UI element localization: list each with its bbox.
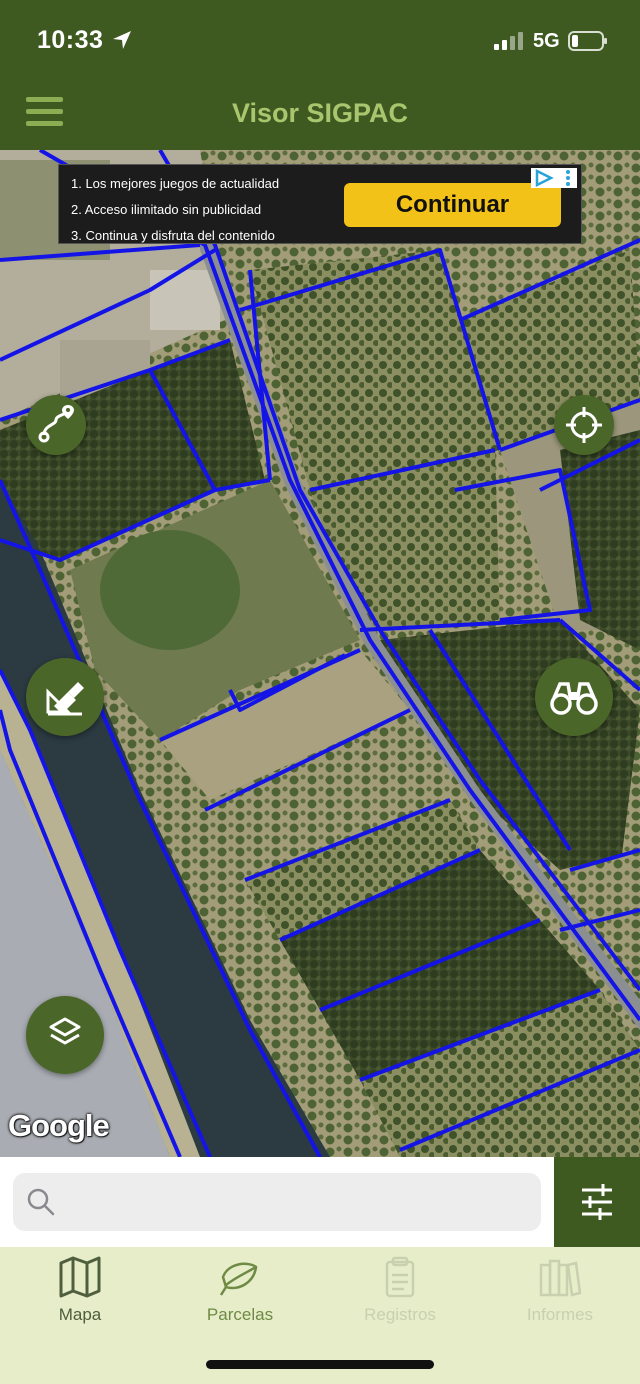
layers-button[interactable] [26,996,104,1074]
search-field[interactable] [13,1173,541,1233]
clipboard-icon [385,1256,415,1298]
leaf-icon [219,1262,258,1296]
battery-icon [568,31,607,51]
home-indicator[interactable] [206,1360,434,1369]
layers-icon [49,1017,81,1045]
explore-button[interactable] [535,658,613,736]
tab-label: Mapa [58,1305,102,1324]
filter-button[interactable] [554,1157,640,1247]
ad-banner[interactable]: 1. Los mejores juegos de actualidad 2. A… [58,164,582,244]
page-title: Visor SIGPAC [231,98,409,128]
tab-label: Informes [526,1305,594,1324]
location-arrow-icon [113,31,131,49]
map-view[interactable]: 1. Los mejores juegos de actualidad 2. A… [0,150,640,1157]
map-icon [59,1256,101,1298]
tab-informes[interactable]: Informes [480,1255,640,1335]
sliders-icon [582,1184,612,1220]
status-bar: 10:33 5G [0,0,640,80]
google-attribution-logo: Google [8,1108,110,1143]
tab-label: Registros [364,1305,436,1324]
tab-bar: Mapa Parcelas Registros Informes [0,1247,640,1384]
books-icon [539,1259,582,1297]
route-button[interactable] [26,395,86,455]
tab-registros[interactable]: Registros [320,1255,480,1335]
search-icon [27,1188,55,1216]
ad-choices-icon[interactable] [531,168,577,188]
network-type: 5G [533,30,560,52]
tab-parcelas[interactable]: Parcelas [160,1255,320,1335]
locate-button[interactable] [554,395,614,455]
search-input[interactable] [71,1173,535,1233]
measure-button[interactable] [26,658,104,736]
tab-label: Parcelas [206,1305,274,1324]
ad-continue-button[interactable]: Continuar [344,183,561,227]
status-time: 10:33 [37,26,104,54]
search-bar [0,1157,640,1247]
ad-line: 3. Continua y disfruta del contenido [71,228,275,243]
ruler-pencil-icon [46,682,84,716]
route-pin-icon [38,405,74,443]
ad-line: 1. Los mejores juegos de actualidad [71,176,280,191]
binoculars-icon [550,682,598,715]
app-header: Visor SIGPAC [0,80,640,150]
ad-text: 1. Los mejores juegos de actualidad 2. A… [71,171,279,249]
cellular-signal-icon [494,32,523,50]
ad-line: 2. Acceso ilimitado sin publicidad [71,202,262,217]
tab-mapa[interactable]: Mapa [0,1255,160,1335]
crosshair-icon [566,407,602,443]
